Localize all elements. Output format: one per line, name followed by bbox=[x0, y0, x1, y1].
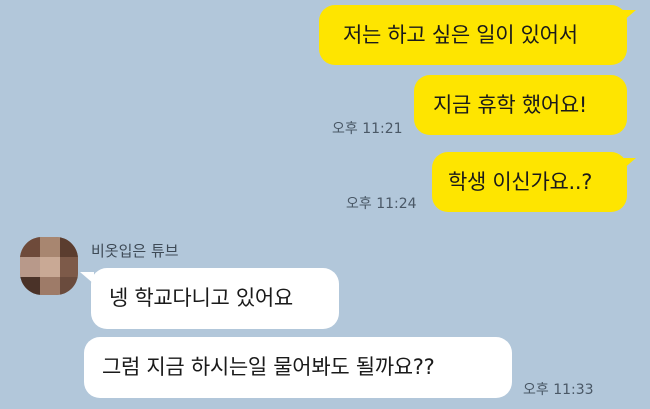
sent-message-bubble[interactable]: 저는 하고 싶은 일이 있어서 bbox=[319, 5, 627, 65]
message-text: 학생 이신가요..? bbox=[448, 169, 593, 194]
sent-message-bubble[interactable]: 지금 휴학 했어요! bbox=[414, 75, 627, 135]
sender-name: 비옷입은 튜브 bbox=[91, 242, 179, 260]
message-text: 저는 하고 싶은 일이 있어서 bbox=[343, 22, 578, 47]
message-time: 오후 11:24 bbox=[346, 196, 417, 212]
message-text: 넹 학교다니고 있어요 bbox=[109, 286, 293, 310]
bubble-tail bbox=[622, 158, 636, 170]
sent-message-bubble[interactable]: 학생 이신가요..? bbox=[432, 152, 627, 212]
received-message-bubble[interactable]: 그럼 지금 하시는일 물어봐도 될까요?? bbox=[84, 337, 512, 398]
bubble-tail bbox=[622, 10, 636, 22]
received-message-bubble[interactable]: 넹 학교다니고 있어요 bbox=[91, 268, 339, 329]
sender-avatar[interactable] bbox=[20, 237, 78, 295]
message-text: 그럼 지금 하시는일 물어봐도 될까요?? bbox=[102, 355, 435, 379]
message-time: 오후 11:21 bbox=[332, 121, 403, 137]
message-text: 지금 휴학 했어요! bbox=[433, 92, 588, 117]
message-time: 오후 11:33 bbox=[523, 382, 594, 398]
chat-room: 저는 하고 싶은 일이 있어서 지금 휴학 했어요! 오후 11:21 학생 이… bbox=[0, 0, 650, 409]
